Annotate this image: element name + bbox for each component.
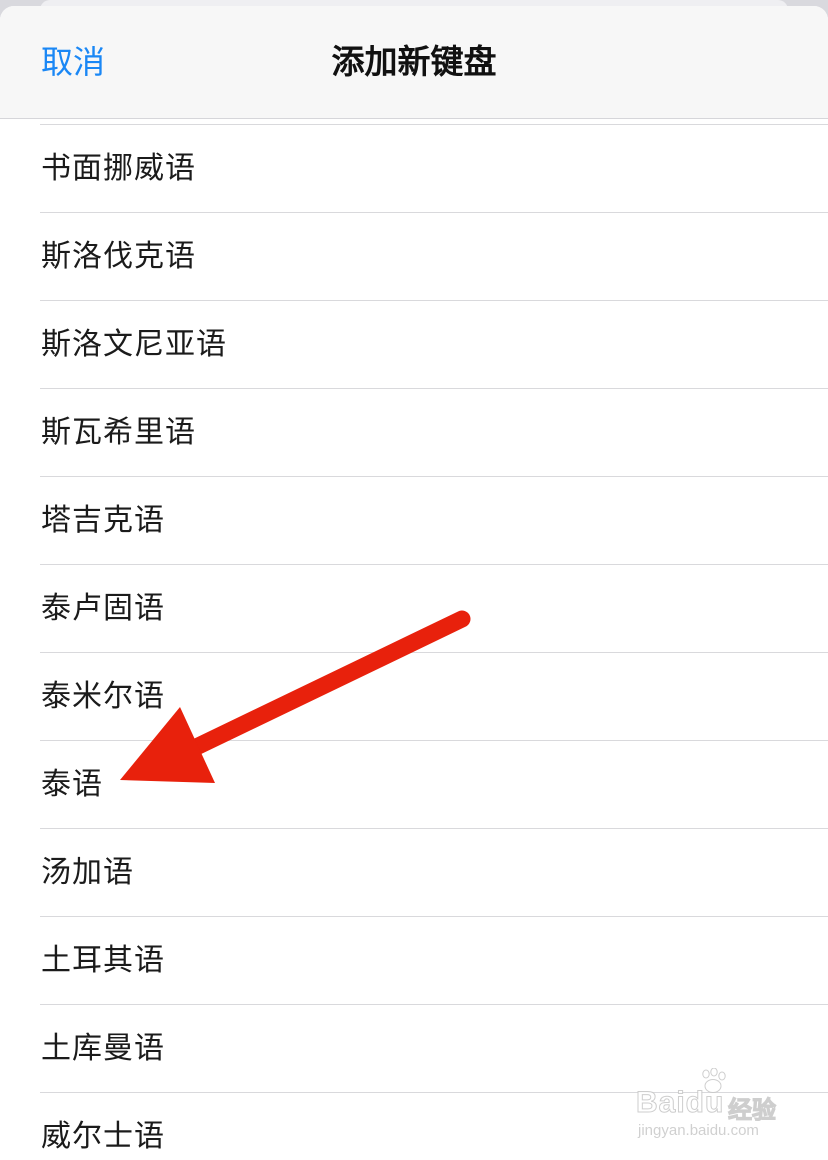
list-item[interactable]: 泰语 <box>0 741 828 829</box>
language-label: 斯洛伐克语 <box>41 239 196 274</box>
add-keyboard-sheet: 取消 添加新键盘 书面挪威语斯洛伐克语斯洛文尼亚语 斯瓦希里语塔吉克语泰卢固语泰米… <box>0 6 828 1160</box>
page-title: 添加新键盘 <box>331 42 497 81</box>
language-list: 书面挪威语斯洛伐克语斯洛文尼亚语 斯瓦希里语塔吉克语泰卢固语泰米尔语泰语汤加语土耳… <box>0 125 828 1160</box>
list-item[interactable]: 斯洛文尼亚语 <box>0 301 828 389</box>
language-label: 土库曼语 <box>41 1031 165 1066</box>
list-item[interactable]: 塔吉克语 <box>0 477 828 565</box>
language-label: 泰语 <box>41 767 103 802</box>
list-item[interactable]: 斯洛伐克语 <box>0 213 828 301</box>
watermark-product: 经验 <box>728 1096 777 1125</box>
language-label: 塔吉克语 <box>41 503 165 538</box>
list-item[interactable]: 泰卢固语 <box>0 565 828 653</box>
list-item[interactable]: 斯瓦希里语 <box>0 389 828 477</box>
navigation-bar: 取消 添加新键盘 <box>0 6 828 119</box>
baidu-jingyan-watermark: Baidu 经验 jingyan.baidu.com <box>635 1068 796 1148</box>
language-label: 泰米尔语 <box>41 679 165 714</box>
language-label: 泰卢固语 <box>41 591 165 626</box>
language-label: 土耳其语 <box>41 943 165 978</box>
language-label: 威尔士语 <box>41 1119 165 1154</box>
list-item[interactable]: 土耳其语 <box>0 917 828 1005</box>
list-item[interactable]: 泰米尔语 <box>0 653 828 741</box>
watermark-url: jingyan.baidu.com <box>638 1122 759 1139</box>
list-item[interactable]: 汤加语 <box>0 829 828 917</box>
language-label: 书面挪威语 <box>41 151 196 186</box>
watermark-logo: Baidu <box>635 1086 725 1120</box>
language-label: 斯洛文尼亚语 <box>41 327 227 362</box>
language-label: 汤加语 <box>41 855 134 890</box>
list-item[interactable]: 书面挪威语 <box>0 125 828 213</box>
language-label: 斯瓦希里语 <box>41 415 196 450</box>
